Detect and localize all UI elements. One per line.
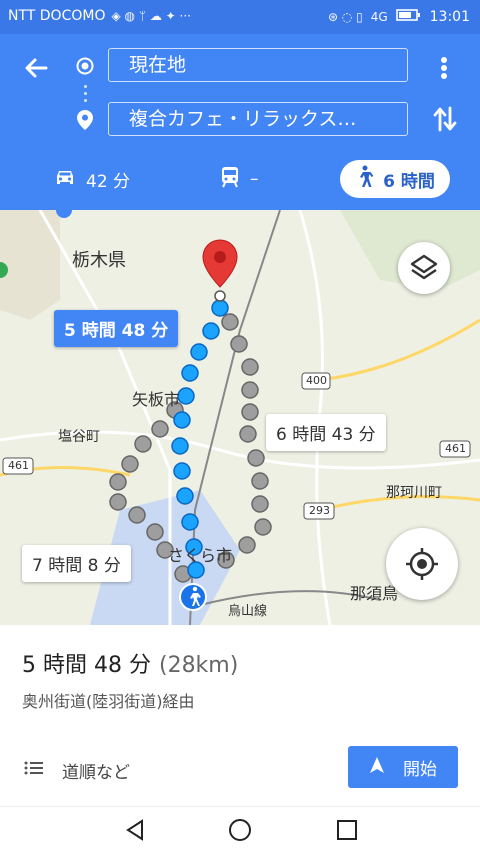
map-label-tochigi: 栃木県 xyxy=(72,250,126,271)
layers-button[interactable] xyxy=(398,242,450,294)
mode-transit-tab[interactable]: – xyxy=(220,160,259,198)
destination-pin-icon xyxy=(76,109,94,131)
origin-walk-marker-icon xyxy=(179,583,207,611)
map-view[interactable]: 栃木県 矢板市 塩谷町 那珂川町 さくら市 那須鳥 烏山線 400 461 46… xyxy=(0,210,480,625)
carrier-label: NTT DOCOMO xyxy=(8,8,106,24)
car-icon xyxy=(54,167,76,192)
road-shield-400: 400 xyxy=(306,374,327,387)
walk-icon xyxy=(355,165,374,194)
origin-field[interactable]: 現在地 xyxy=(108,48,408,82)
map-label-nakagawa: 那珂川町 xyxy=(386,485,442,501)
road-shield-461-left: 461 xyxy=(8,459,29,472)
steps-label: 道順など xyxy=(62,763,130,783)
map-label-karasuyama: 烏山線 xyxy=(228,604,268,619)
navigation-arrow-icon xyxy=(369,756,385,779)
directions-header: 現在地 複合カフェ・リラックス… 42 分 – 6 時間 xyxy=(0,34,480,210)
start-navigation-button[interactable]: 開始 xyxy=(348,746,458,788)
clock: 13:01 xyxy=(429,9,470,25)
mode-walk-tab[interactable]: 6 時間 xyxy=(340,160,450,198)
network-label: 4G xyxy=(370,10,388,24)
my-location-button[interactable] xyxy=(386,528,458,600)
route-callout-selected[interactable]: 5 時間 48 分 xyxy=(54,310,179,347)
travel-mode-tabs: 42 分 – 6 時間 xyxy=(0,150,480,210)
home-circle-icon[interactable] xyxy=(227,817,253,843)
battery-icon xyxy=(395,8,422,26)
start-label: 開始 xyxy=(403,759,437,780)
route-connector xyxy=(84,85,87,106)
map-label-yaita: 矢板市 xyxy=(132,390,181,409)
swap-icon[interactable] xyxy=(430,102,460,136)
recents-square-icon[interactable] xyxy=(334,817,360,843)
status-icons: ⊛ ◌ ▯ xyxy=(327,10,363,24)
list-icon xyxy=(24,760,44,781)
system-nav-bar xyxy=(0,806,480,854)
destination-field[interactable]: 複合カフェ・リラックス… xyxy=(108,102,408,136)
road-shield-293: 293 xyxy=(309,504,330,517)
route-callout-alt2[interactable]: 7 時間 8 分 xyxy=(22,545,131,582)
route-callout-alt1[interactable]: 6 時間 43 分 xyxy=(266,414,386,451)
route-summary[interactable]: 5 時間 48 分 (28km) 奥州街道(陸羽街道)経由 xyxy=(0,625,480,731)
layers-icon xyxy=(410,254,438,280)
status-bar: NTT DOCOMO ◈ ◍ ᛘ ☁ ✦ ··· ⊛ ◌ ▯ 4G 13:01 xyxy=(0,0,480,34)
action-bar: 道順など 開始 xyxy=(0,730,480,806)
origin-dot-icon xyxy=(76,57,94,75)
map-label-sakura: さくら市 xyxy=(168,546,233,565)
my-location-icon xyxy=(406,548,438,580)
more-vert-icon[interactable] xyxy=(432,54,456,82)
train-icon xyxy=(220,166,240,193)
back-triangle-icon[interactable] xyxy=(122,817,148,843)
destination-marker-icon xyxy=(202,239,238,302)
back-arrow-icon[interactable] xyxy=(18,50,54,86)
mode-car-tab[interactable]: 42 分 xyxy=(54,160,130,198)
map-label-shioya: 塩谷町 xyxy=(58,429,100,445)
steps-button[interactable]: 道順など xyxy=(24,758,130,783)
route-distance: (28km) xyxy=(158,653,239,678)
road-shield-461-right: 461 xyxy=(445,442,466,455)
notification-icons: ◈ ◍ ᛘ ☁ ✦ ··· xyxy=(111,9,191,23)
mode-walk-label: 6 時間 xyxy=(383,171,435,192)
route-duration: 5 時間 48 分 xyxy=(22,653,151,678)
mode-car-label: 42 分 xyxy=(86,171,131,192)
mode-transit-label: – xyxy=(250,169,259,189)
route-via: 奥州街道(陸羽街道)経由 xyxy=(22,692,195,711)
